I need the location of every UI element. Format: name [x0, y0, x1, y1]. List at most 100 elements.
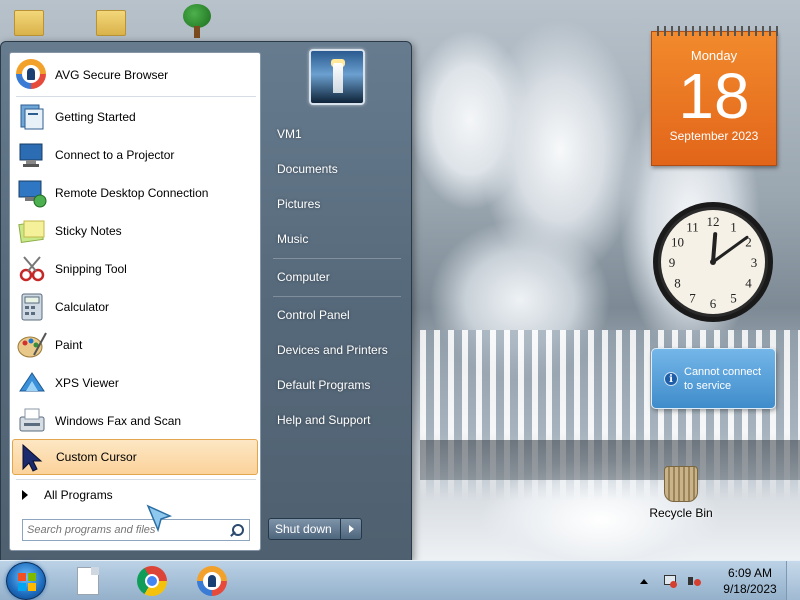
taskbar: 6:09 AM 9/18/2023 — [0, 560, 800, 600]
search-box[interactable] — [22, 519, 250, 541]
app-paint[interactable]: Paint — [12, 327, 258, 363]
app-label: Remote Desktop Connection — [55, 186, 209, 200]
snipping-tool-icon — [16, 253, 48, 285]
divider — [273, 296, 401, 297]
app-windows-fax-and-scan[interactable]: Windows Fax and Scan — [12, 403, 258, 439]
expand-arrow-icon — [22, 490, 28, 500]
calendar-month: September 2023 — [669, 129, 759, 143]
weather-message-line1: Cannot connect — [684, 365, 762, 378]
weather-message-line2: to service — [684, 379, 732, 392]
divider — [16, 96, 256, 97]
clock-numeral: 10 — [671, 235, 684, 250]
avg-browser-icon — [16, 59, 48, 91]
app-getting-started[interactable]: Getting Started — [12, 99, 258, 135]
app-xps-viewer[interactable]: XPS Viewer — [12, 365, 258, 401]
network-error-icon[interactable] — [662, 573, 678, 589]
taskbar-clock[interactable]: 6:09 AM 9/18/2023 — [720, 565, 780, 597]
fax-scan-icon — [16, 405, 48, 437]
weather-gadget[interactable]: i Cannot connect to service — [651, 348, 776, 409]
calculator-icon — [16, 291, 48, 323]
app-custom-cursor[interactable]: Custom Cursor — [12, 439, 258, 475]
app-label: Windows Fax and Scan — [55, 414, 182, 428]
shutdown-options-arrow-icon[interactable] — [341, 519, 361, 539]
folder-icon[interactable] — [96, 4, 130, 38]
clock-numeral: 6 — [710, 296, 717, 311]
recycle-bin-icon — [664, 466, 698, 502]
clock-numeral: 8 — [674, 276, 681, 291]
clock-numeral: 4 — [745, 276, 752, 291]
app-remote-desktop-connection[interactable]: Remote Desktop Connection — [12, 175, 258, 211]
start-link-computer[interactable]: Computer — [269, 261, 403, 293]
avg-browser-icon — [197, 566, 227, 596]
shutdown-button[interactable]: Shut down — [269, 519, 341, 539]
mouse-cursor-icon — [146, 504, 173, 533]
custom-cursor-icon — [17, 441, 49, 473]
clock-numeral: 1 — [730, 220, 737, 235]
user-avatar[interactable] — [309, 49, 365, 105]
start-link-music[interactable]: Music — [269, 223, 403, 255]
search-icon[interactable] — [229, 522, 245, 538]
start-link-default-programs[interactable]: Default Programs — [269, 369, 403, 401]
app-label: Paint — [55, 338, 83, 352]
start-link-help-and-support[interactable]: Help and Support — [269, 404, 403, 436]
clock-numeral: 11 — [686, 220, 699, 235]
show-desktop-button[interactable] — [786, 561, 800, 600]
app-label: Getting Started — [55, 110, 136, 124]
calendar-rings — [652, 26, 778, 36]
sticky-notes-icon — [16, 215, 48, 247]
wallpaper-stream — [420, 440, 800, 480]
clock-numeral: 7 — [689, 291, 696, 306]
folder-icon[interactable] — [14, 4, 48, 38]
search-input[interactable] — [23, 521, 229, 539]
app-label: XPS Viewer — [55, 376, 119, 390]
start-menu: AVG Secure Browser Getting Started Conne… — [0, 41, 412, 561]
taskbar-date: 9/18/2023 — [723, 582, 777, 596]
clock-numeral: 12 — [707, 214, 720, 229]
tree-icon[interactable] — [180, 4, 214, 38]
volume-muted-icon[interactable] — [686, 573, 702, 589]
app-calculator[interactable]: Calculator — [12, 289, 258, 325]
recycle-bin-label: Recycle Bin — [649, 506, 713, 520]
projector-icon — [16, 139, 48, 171]
lighthouse-image — [333, 63, 343, 93]
app-snipping-tool[interactable]: Snipping Tool — [12, 251, 258, 287]
app-label: Connect to a Projector — [55, 148, 175, 162]
app-avg-secure-browser[interactable]: AVG Secure Browser — [12, 57, 258, 93]
chrome-icon — [137, 566, 167, 596]
start-button[interactable] — [6, 562, 46, 600]
taskbar-avg-browser[interactable] — [190, 564, 234, 598]
start-link-devices-and-printers[interactable]: Devices and Printers — [269, 334, 403, 366]
show-hidden-icons-arrow-icon[interactable] — [640, 578, 648, 584]
app-label: AVG Secure Browser — [55, 68, 169, 82]
clock-numeral: 9 — [669, 255, 676, 270]
calendar-day: 18 — [678, 60, 750, 132]
recycle-bin[interactable]: Recycle Bin — [646, 466, 716, 526]
app-label: Snipping Tool — [55, 262, 127, 276]
windows-logo-icon — [18, 573, 36, 591]
app-label: Custom Cursor — [56, 450, 137, 464]
taskbar-file[interactable] — [66, 564, 110, 598]
start-link-control-panel[interactable]: Control Panel — [269, 299, 403, 331]
getting-started-icon — [16, 101, 48, 133]
app-connect-to-a-projector[interactable]: Connect to a Projector — [12, 137, 258, 173]
clock-hour-hand — [711, 232, 718, 264]
app-sticky-notes[interactable]: Sticky Notes — [12, 213, 258, 249]
clock-gadget[interactable]: 12 1234567891011 — [651, 200, 775, 324]
start-link-documents[interactable]: Documents — [269, 153, 403, 185]
taskbar-chrome[interactable] — [130, 564, 174, 598]
info-icon: i — [664, 371, 678, 386]
all-programs-label: All Programs — [44, 488, 113, 502]
app-label: Sticky Notes — [55, 224, 122, 238]
remote-desktop-icon — [16, 177, 48, 209]
start-link-pictures[interactable]: Pictures — [269, 188, 403, 220]
start-menu-programs-pane: AVG Secure Browser Getting Started Conne… — [9, 52, 261, 551]
paint-icon — [16, 329, 48, 361]
system-tray — [640, 565, 710, 597]
all-programs-button[interactable]: All Programs — [16, 483, 256, 507]
taskbar-time: 6:09 AM — [727, 566, 773, 580]
start-link-vm1[interactable]: VM1 — [269, 118, 403, 150]
file-icon — [77, 567, 99, 595]
calendar-gadget[interactable]: Monday 18 September 2023 — [651, 26, 778, 166]
xps-viewer-icon — [16, 367, 48, 399]
divider — [273, 258, 401, 259]
